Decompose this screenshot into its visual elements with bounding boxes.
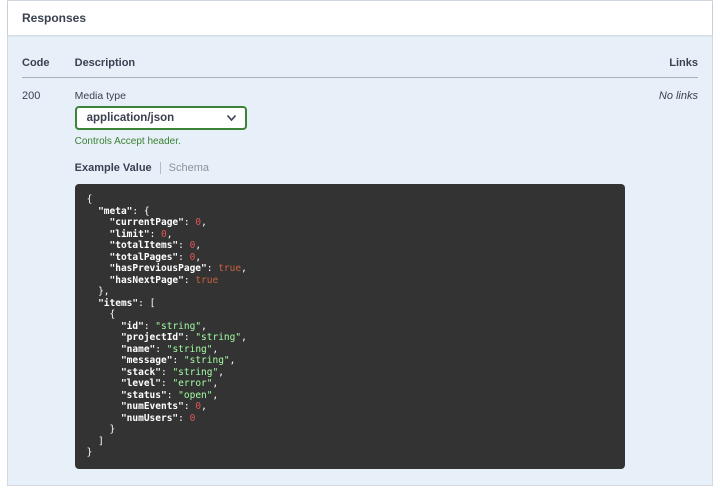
response-description-cell: Media type application/json Controls Acc… [74,78,625,469]
responses-section: Responses Code Description Links 200 Med… [7,0,713,486]
column-header-code: Code [22,47,75,78]
column-header-description: Description [74,47,625,78]
example-schema-tabs: Example Value Schema [75,162,625,174]
responses-header: Responses [8,1,712,35]
response-status-code: 200 [22,90,41,102]
example-json-code: { "meta": { "currentPage": 0, "limit": 0… [74,184,625,469]
tab-schema[interactable]: Schema [169,162,209,174]
chevron-down-icon [226,114,236,122]
response-row: 200 Media type application/json Controls… [22,78,698,469]
column-header-links: Links [624,47,698,78]
tab-example-value[interactable]: Example Value [75,162,152,174]
media-type-selected-value: application/json [86,112,175,124]
media-type-select[interactable]: application/json [74,106,247,130]
media-type-label: Media type [74,90,126,102]
responses-body: Code Description Links 200 Media type ap… [8,35,712,485]
accept-header-note: Controls Accept header. [74,136,181,147]
tab-divider [159,162,161,174]
responses-table: Code Description Links 200 Media type ap… [22,47,698,469]
responses-title: Responses [22,11,87,25]
response-links: No links [658,90,698,102]
